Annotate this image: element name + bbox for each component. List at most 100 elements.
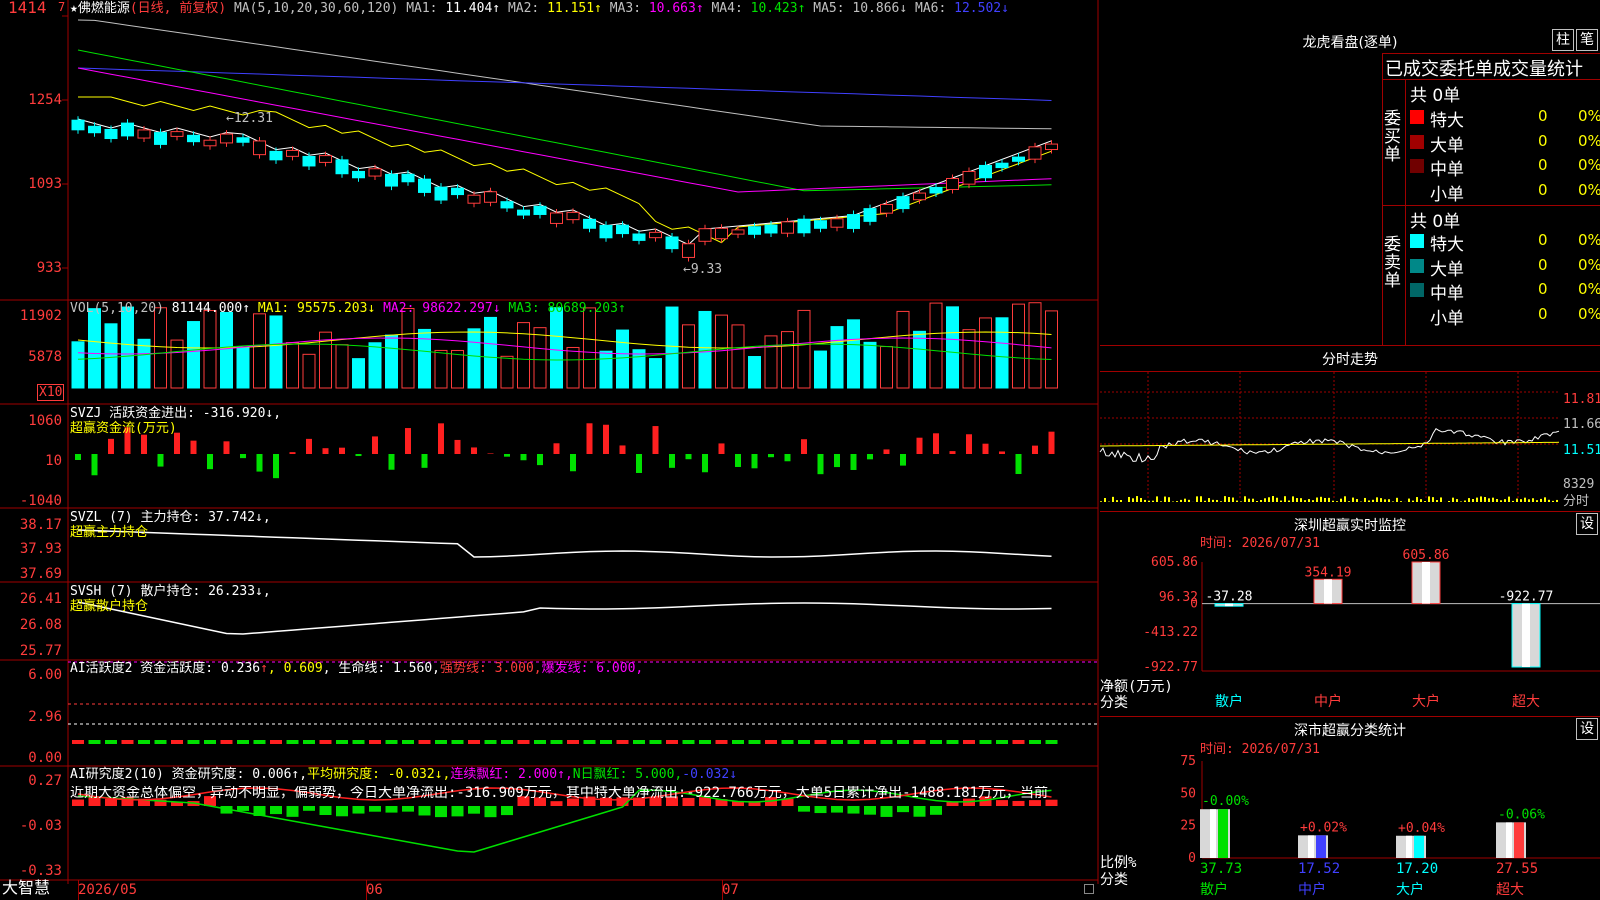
price-tick: 933 (36, 260, 62, 276)
stat-divider (1382, 79, 1600, 80)
ma-line (78, 96, 1052, 244)
research-bar (435, 806, 447, 818)
candle (979, 164, 992, 179)
flow-bar (454, 439, 461, 454)
candle (269, 150, 283, 161)
monitor-ytick: -413.22 (1143, 625, 1198, 640)
flow-bar (339, 447, 345, 454)
candle (929, 186, 943, 194)
monitor-category: 散户 (1215, 693, 1243, 710)
ai1-d: 强势线: 3.000, (440, 661, 542, 676)
order-type: 大单 (1430, 135, 1464, 156)
volume-bar (979, 317, 992, 389)
classify-value: 37.73 (1200, 861, 1242, 877)
vol-unit-button[interactable]: X10 (37, 384, 65, 401)
volume-bar (451, 349, 464, 389)
volume-bar (253, 313, 266, 389)
candle (946, 178, 959, 190)
ma-values: MA1: 11.404↑ MA2: 11.151↑ MA3: 10.663↑ M… (406, 1, 1009, 16)
volume-bar (863, 341, 877, 389)
fs-tick: 11.66 (1563, 417, 1600, 432)
volume-bar (599, 350, 613, 389)
classify-ylabel: 比例% (1100, 855, 1137, 871)
fs-volume-bar (1276, 497, 1278, 502)
flow-bar (1048, 431, 1055, 454)
flow-bar (669, 454, 675, 468)
fs-volume-bar (1132, 498, 1134, 502)
fs-volume-bar (1448, 501, 1450, 502)
volume-bar (682, 324, 695, 389)
flow-bar (438, 423, 444, 454)
classify-ytick: 0 (1188, 851, 1196, 866)
monitor-bar-chart[interactable]: 605.8696.320-413.22-922.77-37.28散户354.19… (1100, 512, 1600, 712)
fs-volume-bar (1280, 500, 1282, 502)
ai1-tick: 2.96 (28, 709, 62, 725)
classify-category: 散户 (1200, 881, 1228, 898)
fs-volume-bar (1216, 499, 1218, 502)
fs-volume-bar (1372, 499, 1374, 502)
flow-bar (322, 448, 329, 454)
activity-bar (418, 740, 431, 744)
candle (781, 221, 794, 234)
order-count: 0 (1538, 131, 1548, 150)
fs-volume-bar (1188, 499, 1190, 502)
order-swatch (1410, 159, 1424, 173)
fs-volume-bar (1332, 500, 1334, 502)
candle (319, 155, 332, 163)
ma-value: 11.151↑ (547, 1, 602, 16)
research-bar (468, 806, 480, 814)
vol-ma-label: MA2: (383, 301, 415, 316)
svzj-header: SVZJ 活跃资金进出: -316.920↓, (70, 406, 282, 421)
volume-bar (896, 310, 910, 389)
candlestick-chart[interactable] (68, 0, 1098, 300)
star-icon[interactable]: ★ (70, 1, 78, 16)
fs-volume-bar (1484, 497, 1486, 502)
intraday-chart[interactable] (1099, 372, 1560, 510)
fs-volume-bar (1252, 498, 1254, 502)
date-divider (722, 880, 723, 900)
order-type: 中单 (1430, 160, 1464, 180)
ma-value: 10.663↑ (648, 1, 704, 16)
volume-bar (566, 346, 580, 389)
candle (401, 173, 415, 183)
candle (302, 155, 316, 167)
svzl-tick: 38.17 (19, 517, 62, 533)
research-bar (831, 806, 843, 813)
activity-bar (616, 740, 629, 744)
classify-change-label: -0.06% (1498, 807, 1545, 822)
candle (583, 218, 596, 229)
stat-divider (1382, 205, 1600, 206)
order-pct: 0% (1578, 304, 1600, 323)
volume-bar (88, 308, 101, 389)
vol-title: VOL(5,10,20) (70, 301, 164, 316)
candle (517, 209, 530, 216)
flow-bar (553, 443, 560, 454)
activity-bar (946, 740, 959, 744)
research-chart[interactable] (68, 766, 1098, 880)
fs-volume-bar (1288, 500, 1290, 502)
stock-name[interactable]: 佛燃能源 (78, 1, 130, 16)
candle (632, 233, 646, 241)
volume-bar (962, 329, 976, 389)
classify-value: 17.20 (1396, 861, 1438, 877)
fs-volume-bar (1420, 499, 1422, 502)
fs-volume-bar (1224, 496, 1226, 502)
tick-mode-button[interactable]: 笔 (1576, 29, 1598, 51)
activity-bar (600, 740, 612, 744)
monitor-ytick: 0 (1190, 597, 1198, 612)
ma-label: MA2: (507, 1, 540, 16)
vol-ma-value: 95575.203↓ (297, 301, 376, 316)
fs-volume-bar (1100, 501, 1102, 502)
bar-mode-button[interactable]: 柱 (1552, 29, 1574, 51)
classify-bar-chart[interactable]: 75 50 25 0 -0.00% 37.73 散户 +0.02% 17.52 中户 +0.04% 1… (1100, 716, 1600, 900)
flow-bar (240, 454, 246, 459)
ma-label: MA4: (711, 1, 743, 16)
candle (566, 211, 580, 221)
period-label[interactable]: (日线, 前复权) (130, 1, 226, 16)
svsh-tick: 26.41 (19, 591, 62, 607)
svzj-subtitle: 超赢资金流(万元) (70, 421, 177, 436)
monitor-xcaption: 分类 (1100, 695, 1128, 711)
lock-icon[interactable] (1084, 884, 1094, 894)
fs-volume-bar (1416, 497, 1418, 502)
stat-title: 已成交委托单成交量统计 (1385, 59, 1583, 80)
